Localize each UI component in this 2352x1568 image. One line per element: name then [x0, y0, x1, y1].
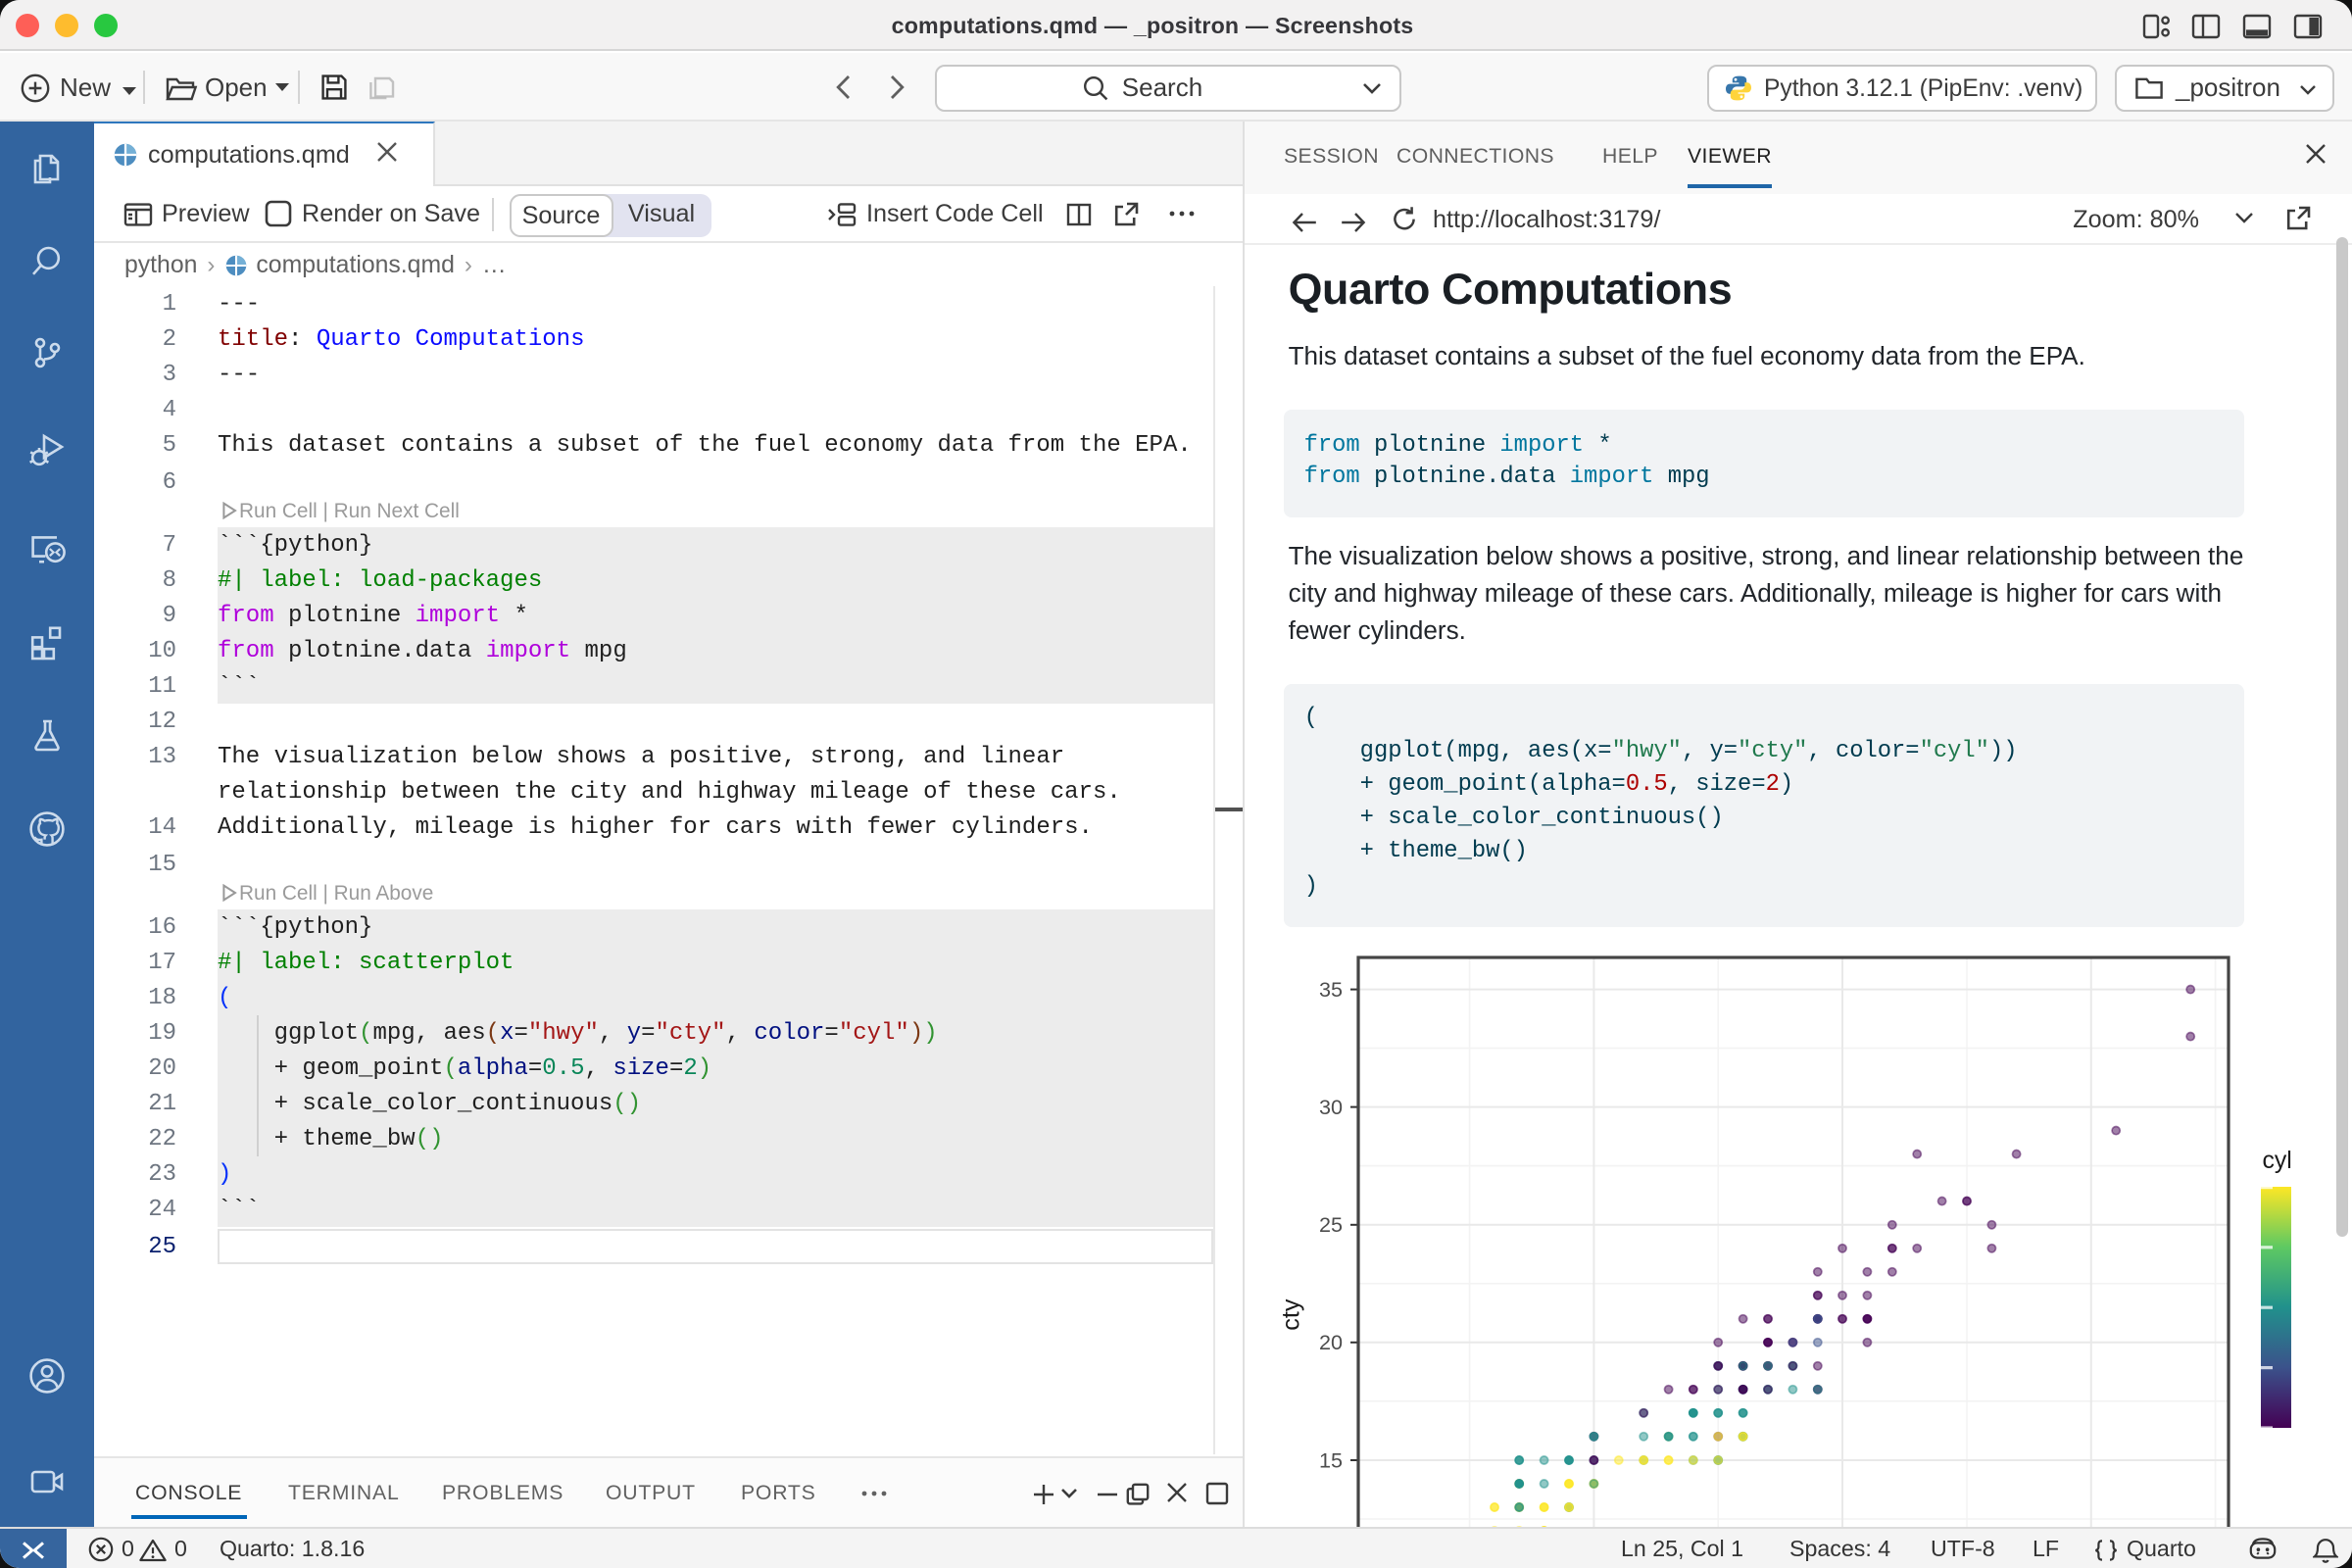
svg-text:cyl: cyl	[2262, 1148, 2291, 1174]
svg-text:cty: cty	[1278, 1298, 1305, 1331]
svg-text:35: 35	[1319, 977, 1343, 1002]
svg-text:25: 25	[1319, 1212, 1343, 1237]
svg-text:20: 20	[1319, 1330, 1343, 1354]
svg-text:30: 30	[1319, 1095, 1343, 1119]
svg-text:15: 15	[1319, 1447, 1343, 1472]
